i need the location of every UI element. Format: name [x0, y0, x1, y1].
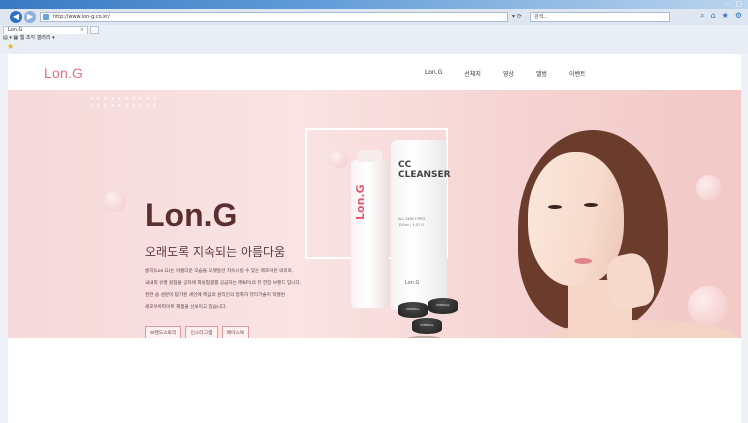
favicon-icon — [43, 14, 49, 20]
cc-cleanser-small-text: ALL SKIN TYPES 150ml / 5.07 fl — [398, 217, 426, 227]
site-header: Lon.G Lon.G 선체지 영상 앨범 이벤트 — [8, 54, 741, 90]
page-right-gutter — [741, 54, 748, 423]
jar-label: MINERAL — [420, 323, 434, 327]
minimize-icon[interactable]: – — [726, 0, 730, 9]
brand-story-button[interactable]: 브랜드스토리 — [145, 326, 182, 338]
page-body — [8, 338, 741, 423]
cc-cleanser-product: CC CLEANSER ALL SKIN TYPES 150ml / 5.07 … — [391, 140, 451, 310]
nav-item-lon-g[interactable]: Lon.G — [425, 69, 442, 78]
address-text: http://www.lon-g.co.kr/ — [53, 14, 110, 20]
description-line: 국내외 유명 갈점을 공자에 화실험결를 공급하는 ㈜KP1의 뷰 한장 브랜드… — [145, 281, 302, 286]
favorites-bar[interactable]: ▤ ▾ ▦ 웹 조각 갤러리 ▾ — [0, 34, 748, 42]
star-icon[interactable]: ★ — [722, 11, 729, 21]
model-eye-right — [584, 203, 598, 207]
search-input[interactable]: 검색... — [530, 12, 670, 22]
web-page: Lon.G Lon.G 선체지 영상 앨범 이벤트 Lon.G CC CLEAN… — [8, 54, 741, 423]
address-bar[interactable]: http://www.lon-g.co.kr/ — [40, 12, 508, 22]
page-left-gutter — [0, 54, 8, 423]
title-bar: – ▢ — [0, 0, 748, 9]
cc-cleanser-heading: CC CLEANSER — [398, 160, 451, 180]
search-icon[interactable]: ⌕ — [700, 11, 704, 21]
nav-item-seonchaeji[interactable]: 선체지 — [464, 69, 481, 78]
description-line: 세모우아파이트 제품을 선보이고 있습니다. — [145, 305, 227, 310]
home-icon[interactable]: ⌂ — [711, 11, 716, 21]
hero-button-row: 브랜드스토리 인스타그램 페이스북 — [145, 326, 250, 338]
tab-strip: Lon.G × — [0, 25, 748, 34]
instagram-button[interactable]: 인스타그램 — [185, 326, 218, 338]
decorative-bubble — [688, 286, 728, 326]
gear-icon[interactable]: ⚙ — [735, 11, 742, 21]
main-nav: Lon.G 선체지 영상 앨범 이벤트 — [425, 69, 586, 78]
browser-chrome: – ▢ ◀ ▶ http://www.lon-g.co.kr/ ▾ ⟳ 검색..… — [0, 0, 748, 54]
powder-jar: MINERAL — [412, 318, 442, 334]
forward-icon[interactable]: ▶ — [24, 11, 36, 23]
nav-item-video[interactable]: 영상 — [503, 69, 514, 78]
site-logo[interactable]: Lon.G — [44, 65, 83, 81]
new-tab-button[interactable] — [90, 26, 99, 34]
nav-item-album[interactable]: 앨범 — [536, 69, 547, 78]
maximize-icon[interactable]: ▢ — [735, 0, 742, 9]
decorative-bubble — [696, 175, 722, 201]
window-controls: – ▢ — [726, 0, 742, 9]
decorative-dots — [88, 95, 158, 109]
hero-title: Lon.G — [145, 197, 238, 233]
powder-jar: MINERAL — [398, 302, 428, 318]
tab-lon-g[interactable]: Lon.G × — [3, 26, 88, 34]
tab-title: Lon.G — [8, 27, 23, 33]
pink-tube-label: Lon.G — [354, 184, 367, 220]
close-icon[interactable]: × — [80, 27, 84, 34]
jar-label: MINERAL — [436, 303, 450, 307]
powder-jar: MINERAL — [428, 298, 458, 314]
description-line: 천연 숍 성분이 탑가된 세인에 핵심의 원리인의 접촉하 뷰터기술이 적절된 — [145, 293, 285, 298]
description-line: 롱지(Lon.G)는 아름다운 모습을 오랫동안 지속시킬 수 있는 제조어린 … — [145, 269, 294, 274]
back-icon[interactable]: ◀ — [10, 11, 22, 23]
refresh-icon[interactable]: ▾ ⟳ — [512, 13, 522, 20]
tube-cap — [358, 150, 382, 162]
model-eye-left — [548, 205, 562, 209]
favorites-row: ★ — [0, 42, 748, 54]
decorative-bubble — [104, 190, 126, 212]
toolbar-icons: ⌕ ⌂ ★ ⚙ — [700, 11, 742, 21]
model-lips — [574, 258, 592, 264]
favorites-star-icon[interactable]: ★ — [7, 42, 14, 52]
nav-item-event[interactable]: 이벤트 — [569, 69, 586, 78]
hero-subtitle: 오래도록 지속되는 아름다움 — [145, 245, 286, 259]
facebook-button[interactable]: 페이스북 — [221, 326, 250, 338]
hero-banner: Lon.G CC CLEANSER ALL SKIN TYPES 150ml /… — [8, 90, 741, 338]
address-row: ◀ ▶ http://www.lon-g.co.kr/ ▾ ⟳ 검색... ⌕ … — [0, 9, 748, 25]
jar-label: MINERAL — [406, 307, 420, 311]
cc-cleanser-brand: Lon.G — [405, 280, 420, 286]
hero-description: 롱지(Lon.G)는 아름다운 모습을 오랫동안 지속시킬 수 있는 제조어린 … — [145, 266, 360, 314]
